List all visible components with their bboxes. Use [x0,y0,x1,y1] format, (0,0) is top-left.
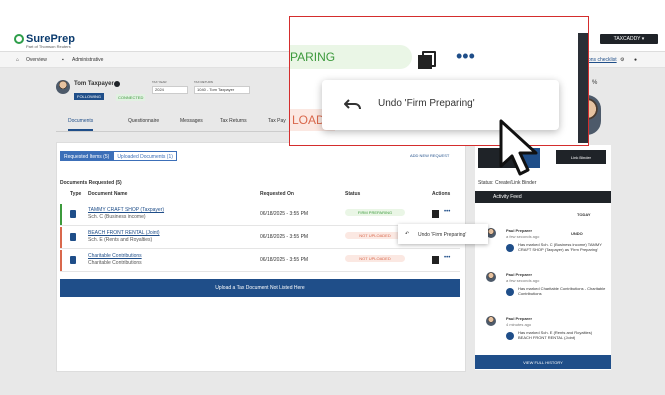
documents-stack-icon[interactable] [432,256,439,264]
document-icon [70,256,76,264]
activity-user: Paul Preparer [506,272,533,277]
document-icon [70,210,76,218]
tab-documents[interactable]: Documents [68,118,94,131]
document-subtitle: Sch. C (Business income) [88,214,146,220]
undo-icon [344,99,361,110]
nav-administrative[interactable]: Administrative [72,57,103,63]
requested-on-date: 06/18/2025 - 3:55 PM [260,257,309,263]
table-header: Type Document Name Requested On Status A… [60,191,460,201]
binder-status: Status: Create/Link Binder [478,180,537,186]
uploaded-documents-tab[interactable]: Uploaded Documents (1) [113,151,177,161]
document-name-link[interactable]: Charitable Contributions [88,253,142,259]
activity-time: 4 minutes ago [506,322,532,327]
logo-subtext: Part of Thomson Reuters [26,44,71,49]
activity-feed-item: Paul Preparer a few seconds ago Has marked… [476,268,610,310]
row-status-bar [60,250,62,271]
connected-badge: CONNECTED [116,94,146,101]
zoom-status-pill: PARING [290,45,412,69]
info-icon[interactable] [114,81,120,87]
gear-icon[interactable]: ⚙ [620,57,624,63]
following-badge[interactable]: FOLLOWING [74,93,105,100]
status-badge: NOT UPLOADED [345,232,405,239]
row-status-bar [60,227,62,248]
tax-return-label: TAX RETURN [194,80,213,84]
client-avatar [56,80,70,94]
activity-time: a few seconds ago [506,278,540,283]
undo-menu-text: Undo 'Firm Preparing' [378,98,475,109]
header-actions: Actions [432,191,451,197]
tab-questionnaire[interactable]: Questionnaire [128,118,159,124]
document-subtitle: Sch. E (Rents and Royalties) [88,237,153,243]
tab-messages[interactable]: Messages [180,118,203,124]
small-undo-menu[interactable]: ↶ Undo 'Firm Preparing' [398,224,488,244]
table-row[interactable]: TAMMY CRAFT SHOP (Taxpayer) Sch. C (Busin… [60,204,460,226]
activity-time: a few seconds ago [506,234,540,239]
document-name-link[interactable]: BEACH FRONT RENTAL (Joint) [88,230,160,236]
user-icon[interactable]: ● [634,57,637,63]
nav-overview[interactable]: Overview [26,57,47,63]
today-label: TODAY [577,212,591,217]
activity-text: Has marked Charitable Contributions - Ch… [518,286,606,296]
tax-year-label: TAX YEAR [152,80,167,84]
upload-document-button[interactable]: Upload a Tax Document Not Listed Here [60,279,460,297]
activity-icon [506,244,514,252]
client-name: Tom Taxpayer [74,81,114,87]
add-new-request-button[interactable]: ADD NEW REQUEST [410,153,449,158]
link-binder-button[interactable]: Link Binder [556,150,606,164]
taxcaddy-dropdown[interactable]: TAXCADDY ▾ [600,34,658,44]
logo-check-icon [14,34,24,44]
requested-items-tab[interactable]: Requested Items (5) [60,151,114,161]
undo-icon-small: ↶ [405,231,410,237]
header-type: Type [70,191,82,197]
small-undo-text: Undo 'Firm Preparing' [418,232,467,238]
tab-tax-returns[interactable]: Tax Returns [220,118,247,124]
zoom-dark-edge [578,33,588,143]
documents-requested-title: Documents Requested (5) [60,180,122,186]
requested-on-date: 06/18/2025 - 3:55 PM [260,211,309,217]
view-full-history-button[interactable]: VIEW FULL HISTORY [475,355,611,369]
segment-control: Requested Items (5) Uploaded Documents (… [60,151,177,161]
checklist-link[interactable]: ons checklist [588,57,617,63]
header-document-name: Document Name [88,191,128,197]
activity-feed-header: Activity Feed [475,191,611,203]
document-icon [70,233,76,241]
status-badge: NOT UPLOADED [345,255,405,262]
activity-feed-item: Paul Preparer a few seconds ago Has marked… [476,224,610,266]
preparer-avatar [486,272,496,282]
more-options-icon[interactable]: ••• [456,47,475,65]
percent-text: % [592,80,598,86]
activity-user: Paul Preparer [506,316,533,321]
header-requested-on: Requested On [260,191,294,197]
mouse-cursor-icon [499,119,538,176]
table-row[interactable]: Charitable Contributions Charitable Contr… [60,250,460,272]
home-icon[interactable]: ⌂ [16,57,19,63]
tax-return-select[interactable]: 1040 - Tom Taxpayer [194,86,250,94]
more-options-icon[interactable]: ••• [444,209,450,215]
document-subtitle: Charitable Contributions [88,260,142,266]
documents-stack-icon[interactable] [418,49,438,69]
row-status-bar [60,204,62,225]
logo-text: SurePrep [26,33,75,45]
sureprep-logo[interactable]: SurePrep Part of Thomson Reuters [14,28,75,50]
activity-icon [506,288,514,296]
admin-icon[interactable]: ▪ [62,57,64,63]
activity-text: Has marked Sch. C (Business income) TAMM… [518,242,602,252]
tax-year-select[interactable]: 2024 [152,86,188,94]
document-name-link[interactable]: TAMMY CRAFT SHOP (Taxpayer) [88,207,164,213]
tab-tax-pay[interactable]: Tax Pay [268,118,286,124]
status-badge: FIRM PREPARING [345,209,405,216]
more-options-icon[interactable]: ••• [444,255,450,261]
preparer-avatar [486,316,496,326]
documents-stack-icon[interactable] [432,210,439,218]
activity-text: Has marked Sch. E (Rents and Royalties) … [518,330,593,340]
requested-on-date: 06/18/2025 - 3:55 PM [260,234,309,240]
activity-feed-item: Paul Preparer 4 minutes ago Has marked Sch… [476,312,610,354]
header-status: Status [345,191,361,197]
activity-user: Paul Preparer [506,228,533,233]
activity-icon [506,332,514,340]
